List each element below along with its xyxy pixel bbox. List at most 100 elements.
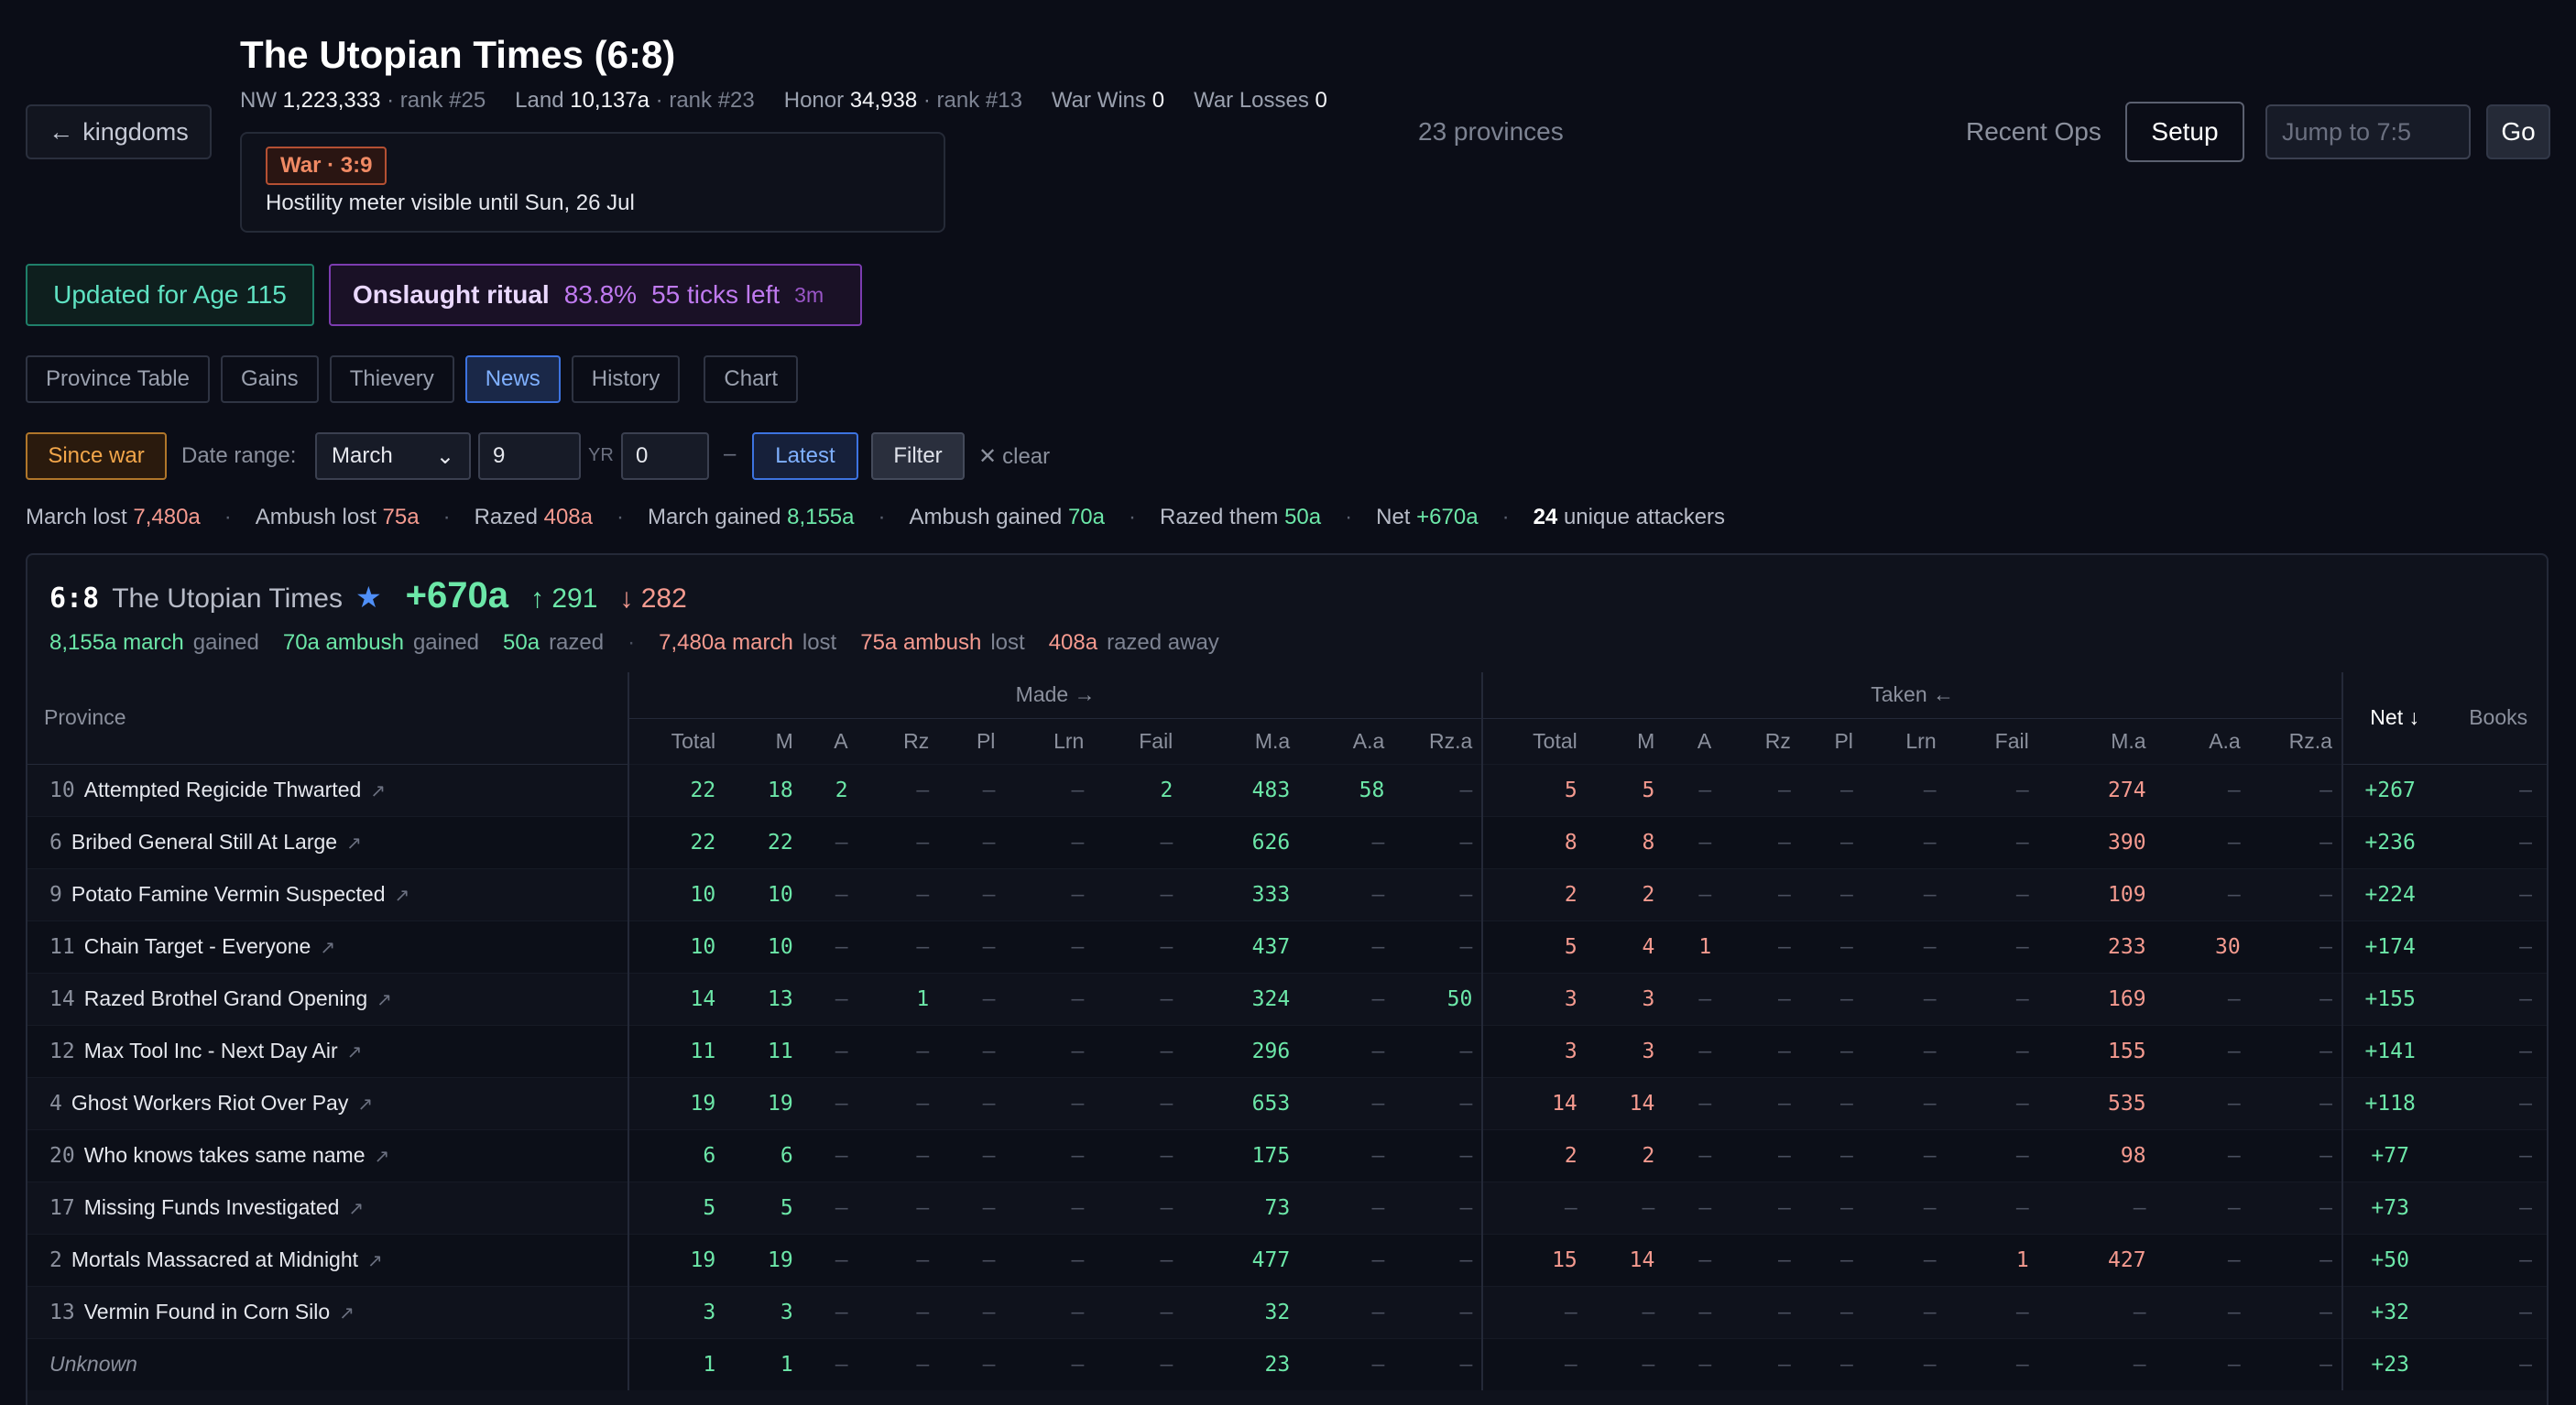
taken-cell: – bbox=[1861, 1076, 1946, 1129]
made-cell: – bbox=[938, 1128, 1005, 1182]
taken-cell: – bbox=[1799, 1024, 1862, 1077]
star-icon[interactable]: ★ bbox=[355, 580, 382, 615]
clear-button[interactable]: ✕ clear bbox=[978, 443, 1050, 470]
province-name[interactable]: Chain Target - Everyone bbox=[84, 934, 311, 958]
col-made-rz[interactable]: Rz bbox=[857, 718, 939, 764]
col-made-rz-a[interactable]: Rz.a bbox=[1393, 718, 1483, 764]
province-name[interactable]: Unknown bbox=[49, 1352, 137, 1376]
province-name[interactable]: Attempted Regicide Thwarted bbox=[84, 778, 362, 801]
external-link-icon[interactable]: ↗ bbox=[347, 1042, 363, 1062]
col-taken-fail[interactable]: Fail bbox=[1945, 718, 2038, 764]
made-cell: – bbox=[1093, 1181, 1183, 1234]
province-cell[interactable]: 10 Attempted Regicide Thwarted ↗ bbox=[27, 763, 628, 816]
taken-cell: 3 bbox=[1586, 972, 1665, 1025]
latest-button[interactable]: Latest bbox=[752, 432, 858, 480]
province-cell[interactable]: 14 Razed Brothel Grand Opening ↗ bbox=[27, 972, 628, 1025]
tab-province-table[interactable]: Province Table bbox=[26, 355, 210, 403]
province-cell[interactable]: 12 Max Tool Inc - Next Day Air ↗ bbox=[27, 1024, 628, 1077]
day-input[interactable]: 9 bbox=[478, 432, 581, 480]
external-link-icon[interactable]: ↗ bbox=[377, 990, 392, 1010]
since-war-button[interactable]: Since war bbox=[26, 432, 167, 480]
province-name[interactable]: Who knows takes same name bbox=[84, 1143, 366, 1167]
tab-history[interactable]: History bbox=[571, 355, 681, 403]
province-cell[interactable]: 13 Vermin Found in Corn Silo ↗ bbox=[27, 1285, 628, 1338]
month-select[interactable]: March ⌄ bbox=[315, 432, 471, 480]
go-button[interactable]: Go bbox=[2486, 104, 2550, 159]
external-link-icon[interactable]: ↗ bbox=[375, 1147, 390, 1167]
col-taken-total[interactable]: Total bbox=[1481, 718, 1587, 764]
recent-ops-link[interactable]: Recent Ops bbox=[1966, 117, 2101, 147]
province-cell[interactable]: 4 Ghost Workers Riot Over Pay ↗ bbox=[27, 1076, 628, 1129]
province-cell[interactable]: 2 Mortals Massacred at Midnight ↗ bbox=[27, 1233, 628, 1286]
province-name[interactable]: Missing Funds Investigated bbox=[84, 1195, 340, 1219]
jump-to-input[interactable] bbox=[2265, 104, 2471, 159]
col-taken-rz-a[interactable]: Rz.a bbox=[2249, 718, 2342, 764]
province-cell[interactable]: 17 Missing Funds Investigated ↗ bbox=[27, 1181, 628, 1234]
col-net[interactable]: Net ↓ bbox=[2341, 672, 2447, 765]
external-link-icon[interactable]: ↗ bbox=[348, 1199, 364, 1219]
col-made-a[interactable]: A bbox=[802, 718, 857, 764]
external-link-icon[interactable]: ↗ bbox=[395, 886, 410, 906]
col-taken-m-a[interactable]: M.a bbox=[2037, 718, 2156, 764]
province-cell[interactable]: 11 Chain Target - Everyone ↗ bbox=[27, 920, 628, 973]
col-made-m[interactable]: M bbox=[725, 718, 802, 764]
books-cell: – bbox=[2446, 1233, 2547, 1286]
province-name[interactable]: Mortals Massacred at Midnight bbox=[71, 1247, 358, 1271]
external-link-icon[interactable]: ↗ bbox=[357, 1095, 373, 1115]
tab-thievery[interactable]: Thievery bbox=[329, 355, 454, 403]
group-made: Made → bbox=[627, 672, 1483, 719]
province-name[interactable]: Vermin Found in Corn Silo bbox=[84, 1300, 330, 1323]
province-cell[interactable]: 20 Who knows takes same name ↗ bbox=[27, 1128, 628, 1182]
year-input[interactable]: 0 bbox=[621, 432, 709, 480]
made-cell: – bbox=[1004, 920, 1094, 973]
taken-cell: – bbox=[1799, 1337, 1862, 1390]
made-cell: – bbox=[1004, 1233, 1094, 1286]
col-books[interactable]: Books bbox=[2446, 672, 2547, 765]
province-name[interactable]: Bribed General Still At Large bbox=[71, 830, 337, 854]
col-made-pl[interactable]: Pl bbox=[938, 718, 1005, 764]
setup-button[interactable]: Setup bbox=[2125, 102, 2244, 162]
external-link-icon[interactable]: ↗ bbox=[370, 781, 386, 801]
province-name[interactable]: Potato Famine Vermin Suspected bbox=[71, 882, 386, 906]
external-link-icon[interactable]: ↗ bbox=[320, 938, 335, 958]
col-made-lrn[interactable]: Lrn bbox=[1004, 718, 1094, 764]
province-name[interactable]: Max Tool Inc - Next Day Air bbox=[84, 1039, 338, 1062]
made-cell: – bbox=[1393, 1285, 1483, 1338]
col-made-m-a[interactable]: M.a bbox=[1182, 718, 1300, 764]
taken-cell: – bbox=[1664, 972, 1721, 1025]
province-cell[interactable]: 9 Potato Famine Vermin Suspected ↗ bbox=[27, 867, 628, 920]
col-made-total[interactable]: Total bbox=[627, 718, 726, 764]
war-wins-stat: War Wins 0 bbox=[1051, 88, 1165, 113]
province-cell[interactable]: Unknown bbox=[27, 1337, 628, 1390]
taken-cell: – bbox=[1720, 1181, 1800, 1234]
hits-made: ↑ 291 bbox=[530, 583, 598, 614]
col-taken-m[interactable]: M bbox=[1586, 718, 1665, 764]
col-taken-pl[interactable]: Pl bbox=[1799, 718, 1862, 764]
taken-cell: – bbox=[1861, 1024, 1946, 1077]
col-taken-lrn[interactable]: Lrn bbox=[1861, 718, 1946, 764]
col-province[interactable]: Province bbox=[27, 672, 628, 765]
made-cell: 19 bbox=[725, 1233, 802, 1286]
made-cell: – bbox=[857, 1337, 939, 1390]
made-cell: 10 bbox=[627, 920, 726, 973]
province-name[interactable]: Razed Brothel Grand Opening bbox=[84, 986, 367, 1010]
external-link-icon[interactable]: ↗ bbox=[346, 833, 362, 854]
province-cell[interactable]: 6 Bribed General Still At Large ↗ bbox=[27, 815, 628, 868]
filter-button[interactable]: Filter bbox=[871, 432, 965, 480]
summary-march-gained: March gained 8,155a bbox=[648, 505, 855, 529]
back-to-kingdoms-button[interactable]: ← kingdoms bbox=[26, 104, 212, 159]
col-made-a-a[interactable]: A.a bbox=[1299, 718, 1394, 764]
external-link-icon[interactable]: ↗ bbox=[339, 1303, 355, 1323]
taken-cell: – bbox=[2155, 867, 2250, 920]
col-made-fail[interactable]: Fail bbox=[1093, 718, 1183, 764]
taken-cell: – bbox=[1861, 972, 1946, 1025]
col-taken-a-a[interactable]: A.a bbox=[2155, 718, 2250, 764]
col-taken-rz[interactable]: Rz bbox=[1720, 718, 1800, 764]
tab-chart[interactable]: Chart bbox=[704, 355, 799, 403]
external-link-icon[interactable]: ↗ bbox=[367, 1251, 383, 1271]
tab-news[interactable]: News bbox=[464, 355, 561, 403]
made-cell: – bbox=[938, 815, 1005, 868]
col-taken-a[interactable]: A bbox=[1664, 718, 1721, 764]
province-name[interactable]: Ghost Workers Riot Over Pay bbox=[71, 1091, 349, 1115]
tab-gains[interactable]: Gains bbox=[220, 355, 319, 403]
